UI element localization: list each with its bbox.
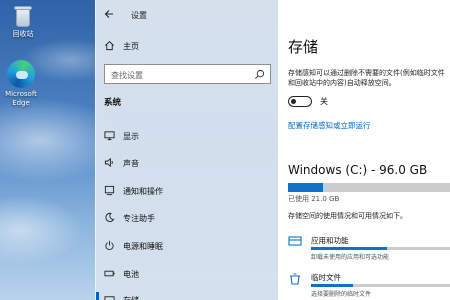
display-icon bbox=[104, 131, 115, 141]
storage-content: 存储 存储感知可以通过删除不需要的文件(例如临时文件和回收站中的内容)自动释放空… bbox=[278, 0, 450, 300]
titlebar: 设置 bbox=[96, 4, 279, 24]
sidebar-item-storage[interactable]: 存储 bbox=[96, 292, 274, 300]
notification-icon bbox=[104, 185, 115, 196]
sidebar-item-focus-assist[interactable]: 专注助手 bbox=[104, 210, 274, 228]
sidebar-item-power[interactable]: 电源和睡眠 bbox=[104, 238, 274, 256]
drive-title: Windows (C:) - 96.0 GB bbox=[288, 163, 428, 177]
category-bar-fill bbox=[311, 284, 353, 287]
sidebar-item-label: 专注助手 bbox=[123, 214, 155, 223]
apps-icon bbox=[288, 236, 302, 246]
search-input[interactable]: 查找设置 bbox=[104, 64, 271, 84]
sidebar-item-battery[interactable]: 电池 bbox=[104, 266, 274, 284]
sidebar-item-label: 声音 bbox=[123, 159, 139, 168]
storage-icon bbox=[104, 296, 115, 300]
sidebar-item-label: 显示 bbox=[123, 132, 139, 141]
category-bar-fill bbox=[311, 247, 388, 250]
category-apps[interactable]: 应用和功能 卸载未使用的应用和可选功能 bbox=[286, 234, 450, 264]
recycle-bin-icon bbox=[12, 4, 34, 28]
category-bar bbox=[311, 247, 450, 250]
sidebar-item-notifications[interactable]: 通知和操作 bbox=[104, 183, 274, 201]
drive-used-text: 已使用 21.0 GB bbox=[288, 195, 340, 203]
battery-icon bbox=[104, 270, 115, 277]
recycle-bin-shortcut[interactable]: 回收站 bbox=[0, 4, 48, 39]
window-title: 设置 bbox=[131, 11, 147, 20]
category-subtext: 选择要删除的临时文件 bbox=[311, 291, 372, 298]
edge-icon bbox=[7, 60, 35, 88]
sidebar-item-label: 通知和操作 bbox=[123, 187, 163, 196]
sidebar-item-label: 存储 bbox=[123, 295, 139, 300]
edge-label: Microsoft Edge bbox=[5, 90, 37, 107]
power-icon bbox=[105, 240, 114, 250]
sidebar-item-sound[interactable]: 声音 bbox=[104, 155, 274, 173]
nav-home-label: 主页 bbox=[123, 42, 139, 51]
search-placeholder: 查找设置 bbox=[111, 71, 143, 80]
home-icon bbox=[105, 41, 114, 51]
edge-shortcut[interactable]: Microsoft Edge bbox=[0, 60, 46, 108]
category-subtext: 卸载未使用的应用和可选功能 bbox=[311, 254, 390, 261]
trash-icon bbox=[290, 273, 300, 285]
usage-description: 存储空间的使用情况和可用情况如下。 bbox=[288, 212, 407, 220]
sound-icon bbox=[104, 157, 113, 168]
category-name: 临时文件 bbox=[311, 273, 341, 282]
category-temp-files[interactable]: 临时文件 选择要删除的临时文件 bbox=[286, 271, 450, 300]
toggle-state-label: 关 bbox=[320, 97, 328, 106]
settings-nav-pane: 设置 主页 查找设置 系统 显示 声音 通知和操作 专注助手 电源和睡眠 电池 bbox=[95, 0, 278, 300]
storage-sense-toggle[interactable] bbox=[288, 96, 312, 107]
configure-storage-sense-link[interactable]: 配置存储感知或立即运行 bbox=[288, 120, 371, 131]
storage-sense-description: 存储感知可以通过删除不需要的文件(例如临时文件和回收站中的内容)自动释放空间。 bbox=[288, 69, 445, 87]
sidebar-item-label: 电源和睡眠 bbox=[123, 242, 163, 251]
sidebar-item-label: 电池 bbox=[123, 270, 139, 279]
page-title: 存储 bbox=[288, 38, 319, 56]
category-bar bbox=[311, 284, 450, 287]
recycle-bin-label: 回收站 bbox=[12, 30, 34, 38]
sidebar-item-display[interactable]: 显示 bbox=[104, 128, 274, 146]
back-arrow-icon[interactable] bbox=[104, 9, 114, 19]
nav-section-title: 系统 bbox=[104, 98, 122, 108]
settings-window: 设置 主页 查找设置 系统 显示 声音 通知和操作 专注助手 电源和睡眠 电池 … bbox=[95, 0, 450, 300]
category-name: 应用和功能 bbox=[311, 236, 349, 245]
moon-icon bbox=[105, 212, 115, 222]
nav-home[interactable]: 主页 bbox=[104, 38, 274, 56]
drive-usage-fill bbox=[288, 183, 324, 192]
drive-usage-bar bbox=[288, 183, 450, 192]
search-icon bbox=[255, 69, 265, 79]
